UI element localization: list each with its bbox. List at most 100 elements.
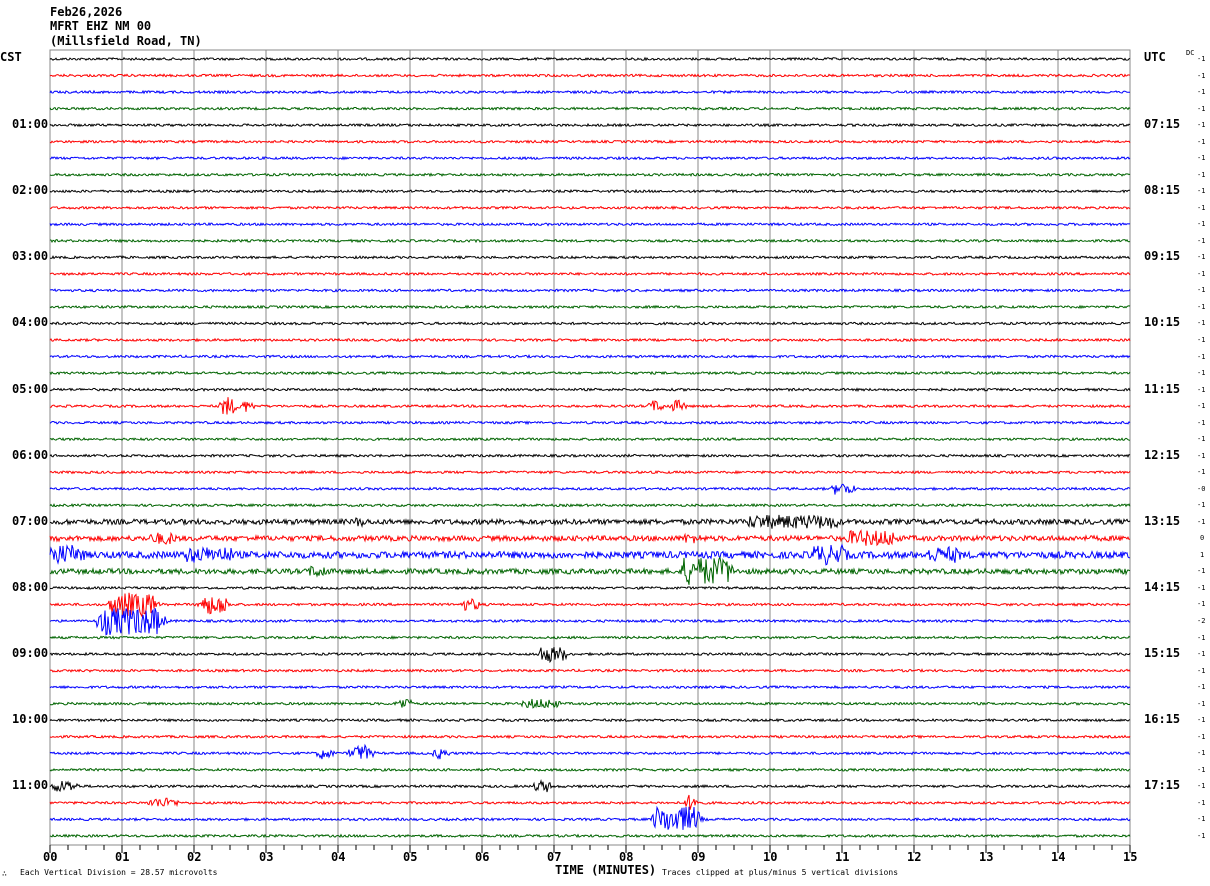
trace-row-20 [49, 387, 1131, 393]
x-tick-label: 03 [259, 850, 274, 864]
right-hour-label: 17:15 [1144, 778, 1181, 793]
dc-offset-label: -1 [1197, 88, 1206, 97]
dc-offset-label: -1 [1197, 137, 1206, 146]
trace-row-2 [49, 89, 1130, 95]
trace-row-16 [49, 321, 1131, 326]
right-hour-label: 09:15 [1144, 249, 1181, 264]
dc-offset-label: -1 [1197, 749, 1206, 758]
dc-offset-label: -1 [1197, 732, 1206, 741]
trace-row-34 [49, 607, 1131, 636]
dc-offset-label: -1 [1197, 187, 1206, 196]
dc-offset-label: -1 [1197, 666, 1206, 675]
trace-row-44 [49, 778, 1131, 793]
dc-offset-label: -1 [1197, 418, 1206, 427]
dc-offset-label: -1 [1197, 385, 1206, 394]
dc-offset-label: -1 [1197, 782, 1206, 791]
x-tick-label: 14 [1051, 850, 1066, 864]
dc-offset-label: -1 [1197, 369, 1206, 378]
trace-row-46 [49, 805, 1131, 830]
corner-mark: ∴ [2, 869, 7, 878]
dc-offset-label: -1 [1197, 154, 1206, 163]
dc-offset-label: -2 [1197, 617, 1206, 626]
trace-row-37 [49, 668, 1131, 673]
left-hour-label: 06:00 [12, 447, 49, 462]
x-tick-label: 10 [763, 850, 778, 864]
left-hour-label: 09:00 [12, 646, 49, 661]
trace-row-0 [49, 56, 1131, 62]
dc-offset-label: -1 [1197, 716, 1206, 725]
trace-row-41 [49, 734, 1131, 740]
dc-offset-label: -1 [1197, 269, 1206, 278]
trace-row-36 [49, 647, 1131, 664]
right-hour-label: 11:15 [1144, 381, 1181, 396]
x-tick-label: 04 [331, 850, 346, 864]
trace-row-8 [49, 188, 1130, 194]
trace-row-47 [49, 833, 1131, 839]
trace-row-11 [49, 238, 1131, 244]
right-hour-label: 13:15 [1144, 513, 1181, 528]
trace-row-9 [49, 205, 1131, 211]
trace-row-5 [49, 139, 1131, 144]
left-hour-label: 05:00 [12, 381, 49, 396]
dc-offset-label: -1 [1197, 319, 1206, 328]
dc-offset-label: -1 [1197, 517, 1206, 526]
left-hour-label: 08:00 [12, 579, 49, 594]
dc-offset-label: -1 [1197, 121, 1206, 130]
dc-offset-label: -1 [1197, 104, 1206, 113]
trace-row-29 [49, 529, 1131, 547]
trace-row-1 [49, 73, 1131, 78]
dc-offset-label: -1 [1197, 55, 1206, 63]
dc-offset-label: -1 [1197, 435, 1206, 444]
dc-offset-label: -0 [1197, 484, 1206, 493]
trace-row-23 [49, 436, 1131, 442]
x-tick-label: 06 [475, 850, 490, 864]
dc-offset-label: -1 [1197, 336, 1206, 344]
trace-row-6 [49, 155, 1131, 161]
dc-offset-label: -1 [1197, 600, 1206, 609]
trace-row-31 [49, 556, 1131, 585]
left-hour-label: 02:00 [12, 183, 49, 198]
dc-offset-label: -1 [1197, 633, 1206, 642]
trace-row-22 [49, 420, 1131, 426]
dc-offset-label: -1 [1197, 650, 1206, 659]
dc-offset-label: -1 [1197, 683, 1206, 692]
trace-row-26 [49, 483, 1131, 495]
trace-row-24 [49, 453, 1131, 459]
x-tick-label: 05 [403, 850, 418, 864]
trace-row-14 [49, 288, 1131, 293]
trace-row-12 [50, 254, 1131, 260]
trace-row-21 [49, 397, 1131, 415]
trace-row-19 [49, 370, 1131, 376]
x-tick-label: 15 [1123, 850, 1138, 864]
trace-row-43 [49, 767, 1131, 773]
trace-row-42 [49, 743, 1131, 760]
trace-row-28 [49, 514, 1131, 529]
trace-row-15 [49, 304, 1131, 310]
dc-offset-label: -1 [1197, 451, 1206, 460]
dc-offset-label: -1 [1197, 236, 1206, 245]
right-hour-label: 07:15 [1144, 117, 1181, 132]
plot-frame [49, 49, 1131, 846]
trace-row-25 [49, 469, 1131, 475]
dc-offset-label: -1 [1197, 567, 1206, 576]
x-tick-label: 12 [907, 850, 922, 864]
dc-offset-label: -1 [1197, 815, 1206, 824]
dc-offset-label: -1 [1197, 468, 1206, 477]
dc-offset-label: -1 [1197, 302, 1206, 311]
dc-offset-label: -1 [1197, 203, 1206, 212]
trace-row-3 [49, 106, 1131, 111]
trace-row-18 [49, 354, 1131, 359]
left-hour-label: 03:00 [12, 249, 49, 264]
trace-row-45 [49, 794, 1131, 810]
x-tick-label: 01 [115, 850, 130, 864]
trace-row-4 [49, 122, 1131, 128]
right-hour-label: 10:15 [1144, 315, 1181, 330]
dc-offset-label: -1 [1197, 583, 1206, 592]
trace-row-38 [49, 684, 1131, 690]
dc-offset-label: 1 [1200, 550, 1205, 559]
trace-row-35 [49, 635, 1131, 640]
x-tick-label: 11 [835, 850, 850, 864]
trace-row-32 [49, 585, 1131, 591]
helicorder-plot [49, 49, 1131, 853]
dc-offset-label: -1 [1197, 501, 1206, 510]
